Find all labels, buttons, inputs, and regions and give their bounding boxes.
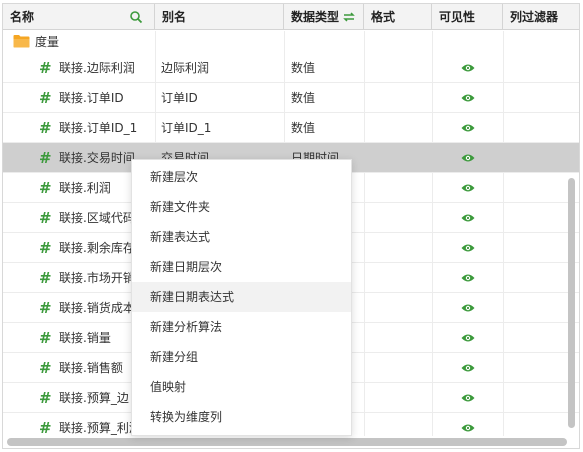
hash-icon: # [39,329,52,347]
eye-icon[interactable] [461,333,475,343]
eye-icon[interactable] [461,243,475,253]
hash-icon: # [39,299,52,317]
field-name: 联接.边际利润 [59,61,135,75]
eye-icon[interactable] [461,183,475,193]
header-type[interactable]: 数据类型 [284,4,364,30]
header-filter-label: 列过滤器 [510,10,559,24]
context-menu-item[interactable]: 转换为维度列 [132,402,351,432]
header-filter[interactable]: 列过滤器 [503,4,579,30]
eye-icon[interactable] [461,63,475,73]
field-name: 联接.订单ID [59,91,124,105]
hash-icon: # [39,89,52,107]
field-data-type[interactable]: 数值 [291,83,361,113]
hash-icon: # [39,119,52,137]
hash-icon: # [39,149,52,167]
header-name-label: 名称 [10,10,35,24]
header-name[interactable]: 名称 [3,4,155,30]
context-menu-item[interactable]: 新建分析算法 [132,312,351,342]
folder-label: 度量 [35,35,60,49]
eye-icon[interactable] [461,153,475,163]
hash-icon: # [39,209,52,227]
table-row[interactable]: # 联接.订单ID 订单ID 数值 [3,83,579,113]
search-icon[interactable] [129,10,143,24]
hash-icon: # [39,389,52,407]
context-menu-item[interactable]: 新建表达式 [132,222,351,252]
field-name: 联接.订单ID_1 [59,121,138,135]
eye-icon[interactable] [461,93,475,103]
table-header: 名称 别名 数据类型 格式 可见性 列过滤器 [3,4,579,30]
field-alias[interactable]: 订单ID_1 [161,113,279,143]
field-alias[interactable]: 订单ID [161,83,279,113]
eye-icon[interactable] [461,213,475,223]
header-alias[interactable]: 别名 [155,4,284,30]
hash-icon: # [39,359,52,377]
header-visible-label: 可见性 [439,10,476,24]
eye-icon[interactable] [461,123,475,133]
swap-icon[interactable] [342,10,356,24]
context-menu-item[interactable]: 新建文件夹 [132,192,351,222]
header-format[interactable]: 格式 [364,4,432,30]
eye-icon[interactable] [461,273,475,283]
context-menu-item[interactable]: 新建层次 [132,162,351,192]
context-menu-item[interactable]: 新建日期表达式 [132,282,351,312]
context-menu: 新建层次 新建文件夹 新建表达式 新建日期层次 新建日期表达式 新建分析算法 新建分组 值映射… [131,159,352,436]
header-type-label: 数据类型 [291,10,340,24]
eye-icon[interactable] [461,363,475,373]
context-menu-item[interactable]: 新建分组 [132,342,351,372]
horizontal-scrollbar[interactable] [7,438,567,446]
table-row[interactable]: # 联接.边际利润 边际利润 数值 [3,53,579,83]
header-alias-label: 别名 [162,10,187,24]
field-alias[interactable]: 边际利润 [161,53,279,83]
hash-icon: # [39,179,52,197]
eye-icon[interactable] [461,303,475,313]
field-data-type[interactable]: 数值 [291,113,361,143]
context-menu-item[interactable]: 新建日期层次 [132,252,351,282]
field-data-type[interactable]: 数值 [291,53,361,83]
hash-icon: # [39,269,52,287]
table-row[interactable]: # 联接.订单ID_1 订单ID_1 数值 [3,113,579,143]
vertical-scrollbar[interactable] [568,178,575,428]
folder-row[interactable]: 度量 [3,31,579,53]
hash-icon: # [39,239,52,257]
eye-icon[interactable] [461,423,475,433]
folder-icon [13,35,30,48]
context-menu-item[interactable]: 值映射 [132,372,351,402]
hash-icon: # [39,419,52,436]
header-format-label: 格式 [371,10,396,24]
hash-icon: # [39,59,52,77]
eye-icon[interactable] [461,393,475,403]
header-visible[interactable]: 可见性 [432,4,503,30]
